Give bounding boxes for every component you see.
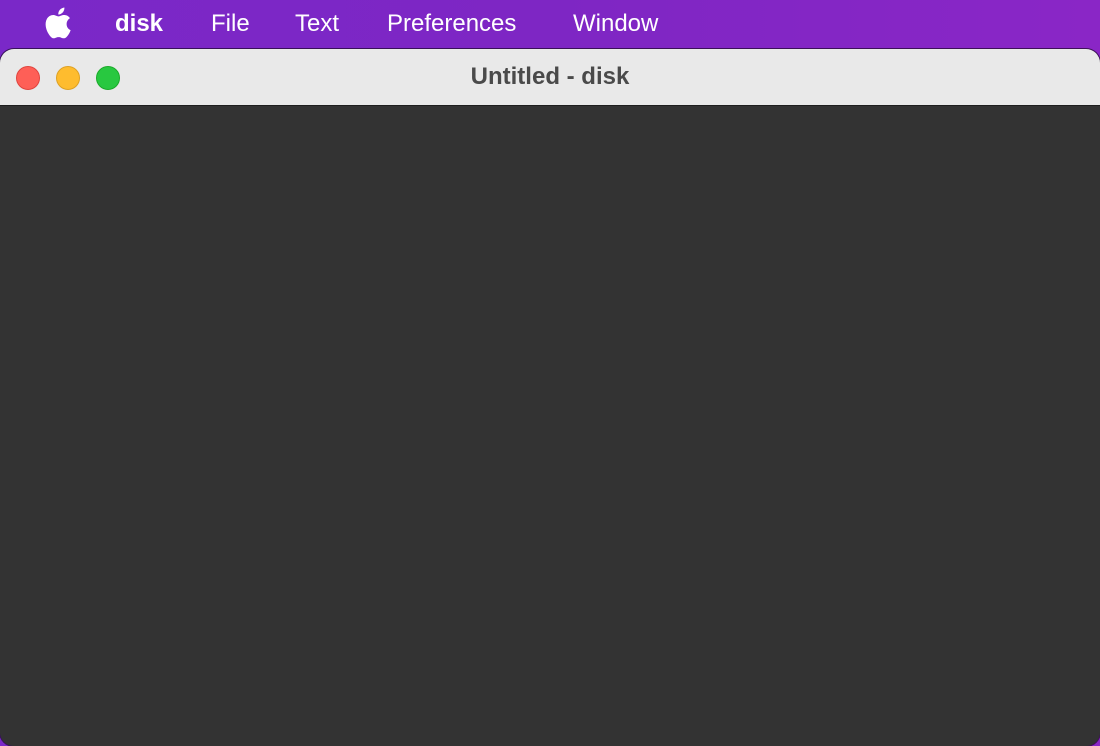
menu-bar: disk File Text Preferences Window	[0, 0, 1100, 48]
menu-app-name[interactable]: disk	[115, 9, 163, 39]
window-titlebar[interactable]: Untitled - disk	[0, 49, 1100, 106]
window-title: Untitled - disk	[470, 63, 630, 90]
menu-text[interactable]: Text	[295, 9, 339, 39]
menu-file[interactable]: File	[211, 9, 250, 39]
window-content-area[interactable]	[0, 106, 1100, 746]
menu-window[interactable]: Window	[573, 9, 658, 39]
apple-menu-icon[interactable]	[42, 6, 72, 40]
app-window: Untitled - disk	[0, 49, 1100, 746]
menu-preferences[interactable]: Preferences	[387, 9, 516, 39]
